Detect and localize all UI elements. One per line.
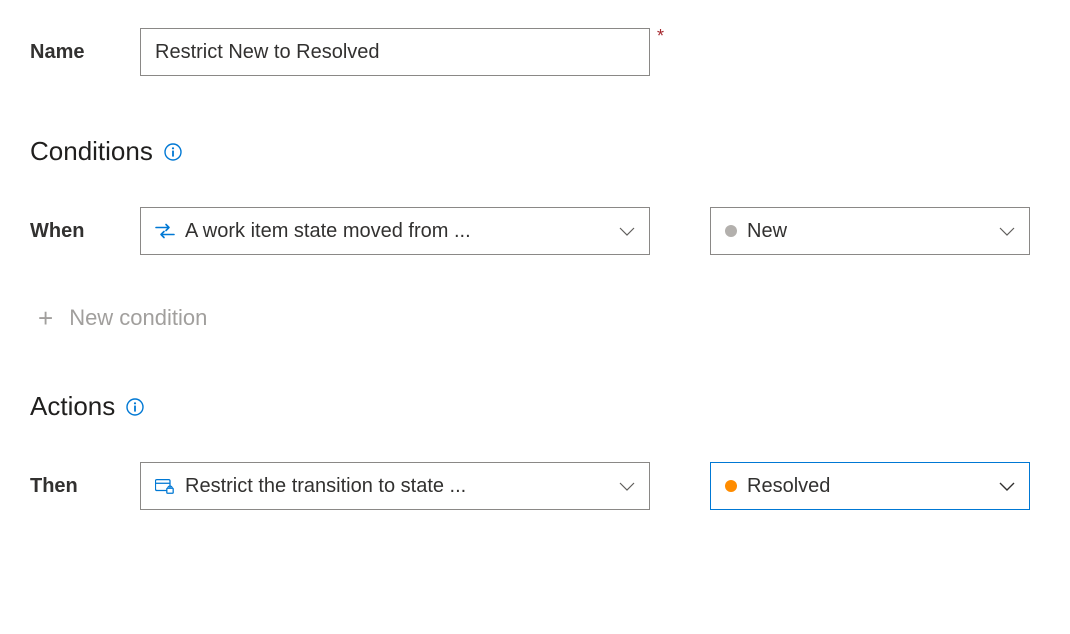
conditions-heading: Conditions (30, 136, 1040, 167)
when-row: When A work item state moved from ... Ne… (30, 207, 1040, 255)
name-input-wrap: * (140, 28, 650, 76)
state-dot-resolved (725, 480, 737, 492)
then-label: Then (30, 475, 120, 498)
condition-type-dropdown[interactable]: A work item state moved from ... (140, 207, 650, 255)
chevron-down-icon (619, 220, 635, 243)
chevron-down-icon (999, 475, 1015, 498)
chevron-down-icon (999, 220, 1015, 243)
when-label: When (30, 220, 120, 243)
add-condition-label: New condition (69, 305, 207, 331)
actions-section: Actions Then Restrict the transition to … (30, 391, 1040, 510)
then-row: Then Restrict the transition to state ..… (30, 462, 1040, 510)
condition-type-text: A work item state moved from ... (185, 220, 471, 243)
name-row: Name * (30, 28, 1040, 76)
plus-icon: + (38, 305, 53, 331)
restrict-lock-icon (155, 476, 175, 496)
required-asterisk: * (657, 26, 664, 47)
state-dot-new (725, 225, 737, 237)
conditions-section: Conditions When A work item state moved … (30, 136, 1040, 331)
action-type-dropdown[interactable]: Restrict the transition to state ... (140, 462, 650, 510)
info-icon[interactable] (163, 142, 183, 162)
action-state-text: Resolved (747, 475, 830, 498)
name-input[interactable] (140, 28, 650, 76)
condition-state-dropdown[interactable]: New (710, 207, 1030, 255)
condition-state-text: New (747, 220, 787, 243)
info-icon[interactable] (125, 397, 145, 417)
actions-heading: Actions (30, 391, 1040, 422)
action-type-text: Restrict the transition to state ... (185, 475, 466, 498)
name-label: Name (30, 41, 120, 64)
conditions-heading-text: Conditions (30, 136, 153, 167)
chevron-down-icon (619, 475, 635, 498)
actions-heading-text: Actions (30, 391, 115, 422)
action-state-dropdown[interactable]: Resolved (710, 462, 1030, 510)
arrows-icon (155, 221, 175, 241)
add-condition-button[interactable]: + New condition (38, 305, 1040, 331)
